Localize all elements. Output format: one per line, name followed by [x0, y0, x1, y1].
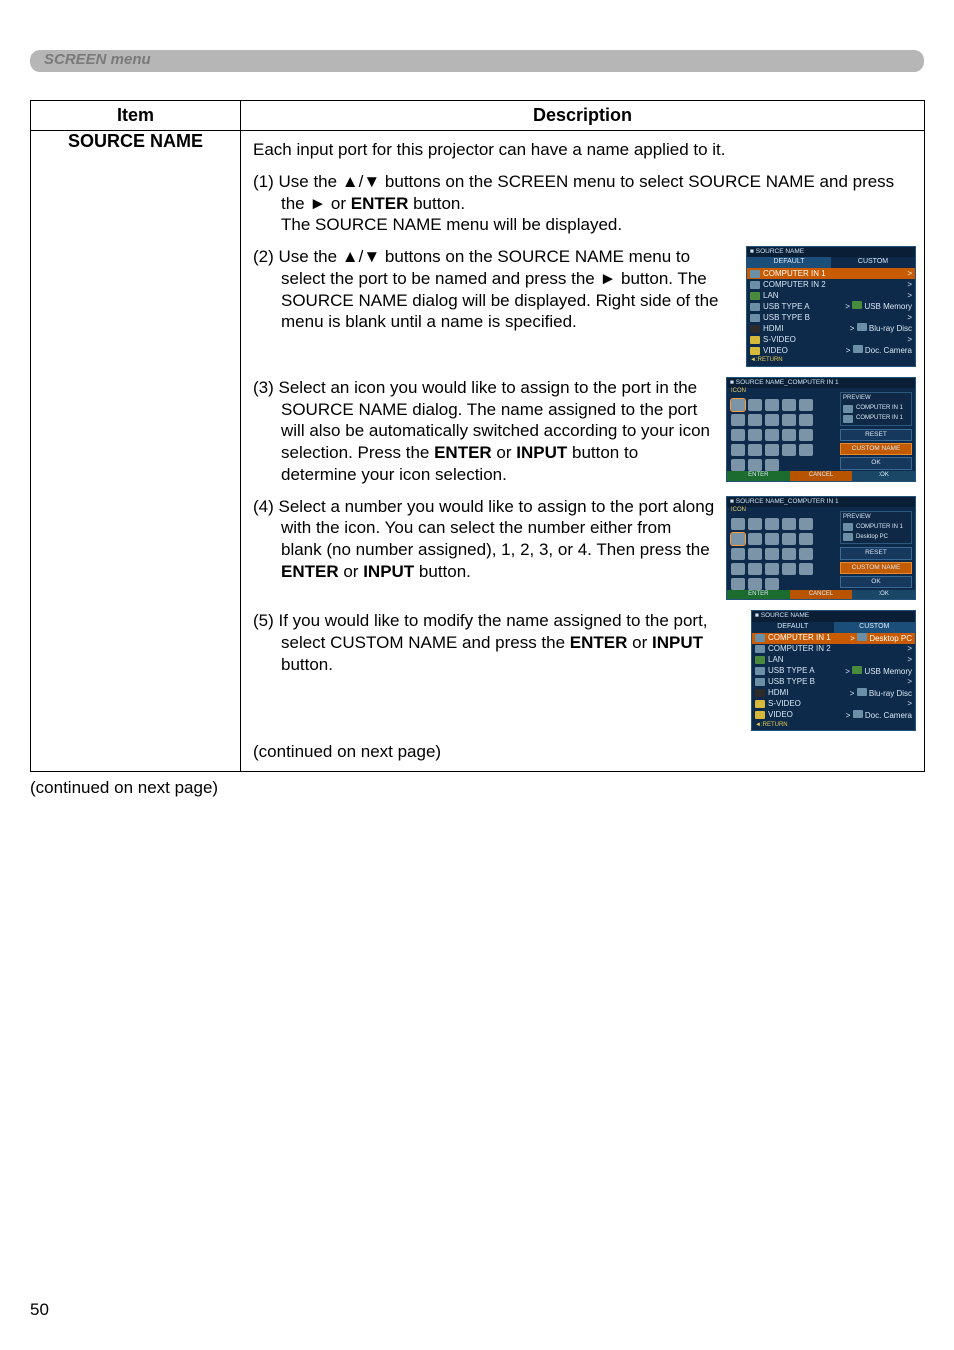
step1-line2: The SOURCE NAME menu will be displayed. — [253, 214, 916, 236]
osd-icon-dialog-1: ■ SOURCE NAME_COMPUTER IN 1 ICON — [726, 377, 916, 482]
table-header-item: Item — [31, 101, 241, 131]
step4-text: (4) Select a number you would like to as… — [253, 496, 726, 583]
item-cell-source-name: SOURCE NAME — [31, 131, 241, 772]
section-tab-bar: SCREEN menu — [30, 50, 924, 72]
step5-text: (5) If you would like to modify the name… — [253, 610, 751, 675]
continued-inside: (continued on next page) — [253, 741, 916, 763]
step1-line1: (1) Use the ▲/▼ buttons on the SCREEN me… — [253, 171, 916, 215]
step3-text: (3) Select an icon you would like to ass… — [253, 377, 726, 486]
table-header-desc: Description — [241, 101, 925, 131]
osd-source-name-custom: ■ SOURCE NAME DEFAULTCUSTOM COMPUTER IN … — [751, 610, 916, 731]
section-tab-label: SCREEN menu — [44, 51, 151, 68]
page-number: 50 — [30, 1300, 49, 1320]
description-table: Item Description SOURCE NAME Each input … — [30, 100, 925, 772]
continued-outside: (continued on next page) — [30, 778, 924, 798]
osd-source-name-menu: ■ SOURCE NAME DEFAULTCUSTOM COMPUTER IN … — [746, 246, 916, 367]
step2-text: (2) Use the ▲/▼ buttons on the SOURCE NA… — [253, 246, 746, 333]
desc-cell: Each input port for this projector can h… — [241, 131, 925, 772]
osd-icon-dialog-2: ■ SOURCE NAME_COMPUTER IN 1 ICON — [726, 496, 916, 601]
intro-text: Each input port for this projector can h… — [253, 139, 916, 161]
